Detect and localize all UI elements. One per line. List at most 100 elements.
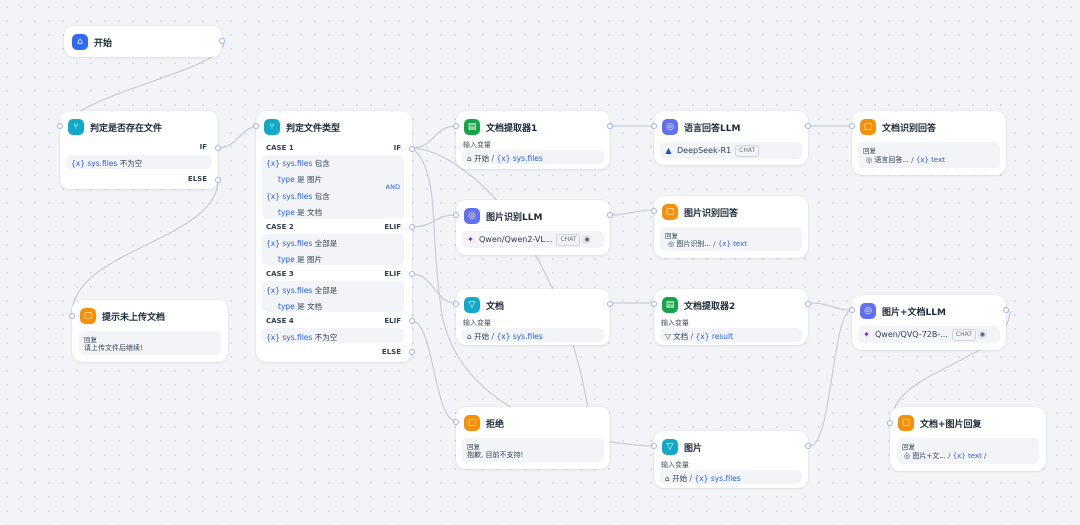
edge-check-filetype bbox=[217, 125, 261, 149]
node-image-llm[interactable]: ◎ 图片识别LLM ✦ Qwen/Qwen2-VL... CHAT ◉ bbox=[453, 200, 613, 255]
sub-condition-operator: 是 bbox=[297, 255, 305, 264]
mode-tag: CHAT bbox=[951, 328, 976, 341]
node-language-llm[interactable]: ◎ 语言回答LLM ▲ DeepSeek-R1 CHAT bbox=[651, 111, 811, 165]
sub-condition-key: type bbox=[278, 302, 295, 311]
source-variable: {x} sys.files bbox=[496, 332, 543, 341]
input-handle[interactable] bbox=[453, 301, 459, 307]
else-label: ELSE bbox=[381, 348, 401, 356]
node-title: 开始 bbox=[94, 38, 113, 49]
node-image-doc-llm[interactable]: ◎ 图片+文档LLM ✦ Qwen/QVQ-72B-... CHAT ◉ bbox=[849, 295, 1009, 350]
home-icon: ⌂ bbox=[665, 474, 670, 483]
if-label: IF bbox=[199, 143, 207, 151]
output-handle[interactable] bbox=[805, 443, 811, 449]
node-reject-reply[interactable]: ▢ 拒绝 回复 抱歉, 目前不支持! bbox=[453, 407, 610, 469]
condition-variable: {x} sys.files bbox=[266, 159, 313, 168]
node-check-file-exists[interactable]: ⑂ 判定是否存在文件 IF {x} sys.files 不为空 ELSE bbox=[57, 111, 221, 189]
edge-imglist-imgdocllm bbox=[809, 309, 853, 447]
node-doc-extractor-2[interactable]: ▤ 文档提取器2 输入变量 ▽ 文档 / {x} result bbox=[651, 289, 811, 345]
condition-variable: {x} sys.files bbox=[266, 192, 313, 201]
branch-icon: ⑂ bbox=[68, 119, 84, 135]
input-handle[interactable] bbox=[651, 301, 657, 307]
node-doc-image-reply[interactable]: ▢ 文档+图片回复 回复 ◎ 图片+文... / {x} text / bbox=[887, 407, 1046, 471]
input-handle[interactable] bbox=[849, 307, 855, 313]
model-selector[interactable]: ✦ Qwen/QVQ-72B-... CHAT ◉ bbox=[862, 328, 987, 341]
input-handle[interactable] bbox=[453, 419, 459, 425]
model-name: Qwen/QVQ-72B-... bbox=[875, 330, 948, 339]
output-handle[interactable] bbox=[607, 123, 613, 129]
reply-text: 抱歉, 目前不支持! bbox=[467, 451, 524, 459]
source-node: 开始 bbox=[474, 332, 490, 341]
node-image-list-operator[interactable]: ▽ 图片 输入变量 ⌂ 开始 / {x} sys.files bbox=[651, 431, 811, 488]
source-node: 图片识别... bbox=[676, 240, 712, 248]
output-handle[interactable] bbox=[219, 38, 225, 44]
input-handle[interactable] bbox=[253, 123, 259, 129]
node-title: 提示未上传文档 bbox=[102, 312, 166, 323]
condition-variable: {x} sys.files bbox=[266, 286, 313, 295]
node-doc-answer[interactable]: ▢ 文档识别回答 回复 ◎ 语言回答... / {x} text bbox=[849, 111, 1006, 175]
sub-condition-key: type bbox=[278, 208, 295, 217]
source-node: 开始 bbox=[672, 474, 688, 483]
sub-condition-key: type bbox=[278, 175, 295, 184]
model-name: Qwen/Qwen2-VL... bbox=[479, 235, 553, 244]
condition-operator: 包含 bbox=[314, 192, 330, 201]
else-handle[interactable] bbox=[409, 349, 415, 355]
condition-operator: 包含 bbox=[314, 159, 330, 168]
node-title: 拒绝 bbox=[486, 419, 505, 430]
output-handle[interactable] bbox=[607, 301, 613, 307]
node-doc-extractor-1[interactable]: ▤ 文档提取器1 输入变量 ⌂ 开始 / {x} sys.files bbox=[453, 111, 613, 169]
else-handle[interactable] bbox=[215, 177, 221, 183]
case4-handle[interactable] bbox=[409, 318, 415, 324]
answer-icon: ▢ bbox=[80, 308, 96, 324]
node-no-file-reply[interactable]: ▢ 提示未上传文档 回复 请上传文件后继续! bbox=[69, 300, 228, 362]
source-node: 语言回答... bbox=[874, 156, 910, 164]
model-selector[interactable]: ✦ Qwen/Qwen2-VL... CHAT ◉ bbox=[466, 233, 592, 246]
source-variable: {x} text bbox=[915, 156, 945, 164]
output-handle[interactable] bbox=[1003, 307, 1009, 313]
case3-handle[interactable] bbox=[409, 271, 415, 277]
mode-tag: CHAT bbox=[735, 144, 760, 157]
node-title: 语言回答LLM bbox=[684, 123, 741, 134]
input-handle[interactable] bbox=[849, 123, 855, 129]
source-node: 图片+文... bbox=[912, 452, 946, 460]
case2-handle[interactable] bbox=[409, 224, 415, 230]
mode-tag: CHAT bbox=[556, 233, 581, 246]
source-variable: {x} result bbox=[695, 332, 734, 341]
input-handle[interactable] bbox=[453, 212, 459, 218]
node-doc-list-operator[interactable]: ▽ 文档 输入变量 ⌂ 开始 / {x} sys.files bbox=[453, 289, 613, 345]
node-title: 判定是否存在文件 bbox=[90, 123, 163, 134]
input-handle[interactable] bbox=[453, 123, 459, 129]
input-handle[interactable] bbox=[651, 208, 657, 214]
sub-condition-operator: 是 bbox=[297, 208, 305, 217]
source-variable: {x} sys.files bbox=[694, 474, 741, 483]
input-handle[interactable] bbox=[57, 123, 63, 129]
node-file-type-branch[interactable]: ⑂ 判定文件类型 CASE 1 IF {x} sys.files 包含 type … bbox=[253, 111, 415, 362]
source-variable: {x} text bbox=[952, 452, 982, 460]
sub-condition-value: 图片 bbox=[307, 175, 323, 184]
case1-handle[interactable] bbox=[409, 146, 415, 152]
model-selector[interactable]: ▲ DeepSeek-R1 CHAT bbox=[664, 144, 760, 157]
condition-variable: {x} sys.files bbox=[71, 159, 118, 168]
home-icon: ⌂ bbox=[467, 154, 472, 163]
output-handle[interactable] bbox=[805, 301, 811, 307]
edge-case1-doclist bbox=[411, 147, 591, 421]
input-label: 输入变量 bbox=[463, 141, 491, 149]
node-start[interactable]: ⌂ 开始 bbox=[64, 26, 225, 57]
node-title: 图片 bbox=[684, 443, 703, 454]
node-image-answer[interactable]: ▢ 图片识别回答 回复 ◎ 图片识别... / {x} text bbox=[651, 196, 808, 258]
filter-icon: ▽ bbox=[662, 439, 678, 455]
input-handle[interactable] bbox=[651, 123, 657, 129]
case-label: CASE 2 bbox=[266, 223, 294, 231]
output-handle[interactable] bbox=[607, 212, 613, 218]
if-handle[interactable] bbox=[215, 145, 221, 151]
case-label: CASE 1 bbox=[266, 144, 294, 152]
output-handle[interactable] bbox=[805, 123, 811, 129]
input-handle[interactable] bbox=[651, 443, 657, 449]
home-icon: ⌂ bbox=[467, 332, 472, 341]
input-handle[interactable] bbox=[887, 420, 893, 426]
condition-variable: {x} sys.files bbox=[266, 333, 313, 342]
sub-condition-operator: 是 bbox=[297, 302, 305, 311]
brain-icon: ◎ bbox=[662, 119, 678, 135]
condition-operator: 全部是 bbox=[314, 239, 338, 248]
input-handle[interactable] bbox=[69, 313, 75, 319]
sub-condition-value: 文档 bbox=[307, 302, 323, 311]
